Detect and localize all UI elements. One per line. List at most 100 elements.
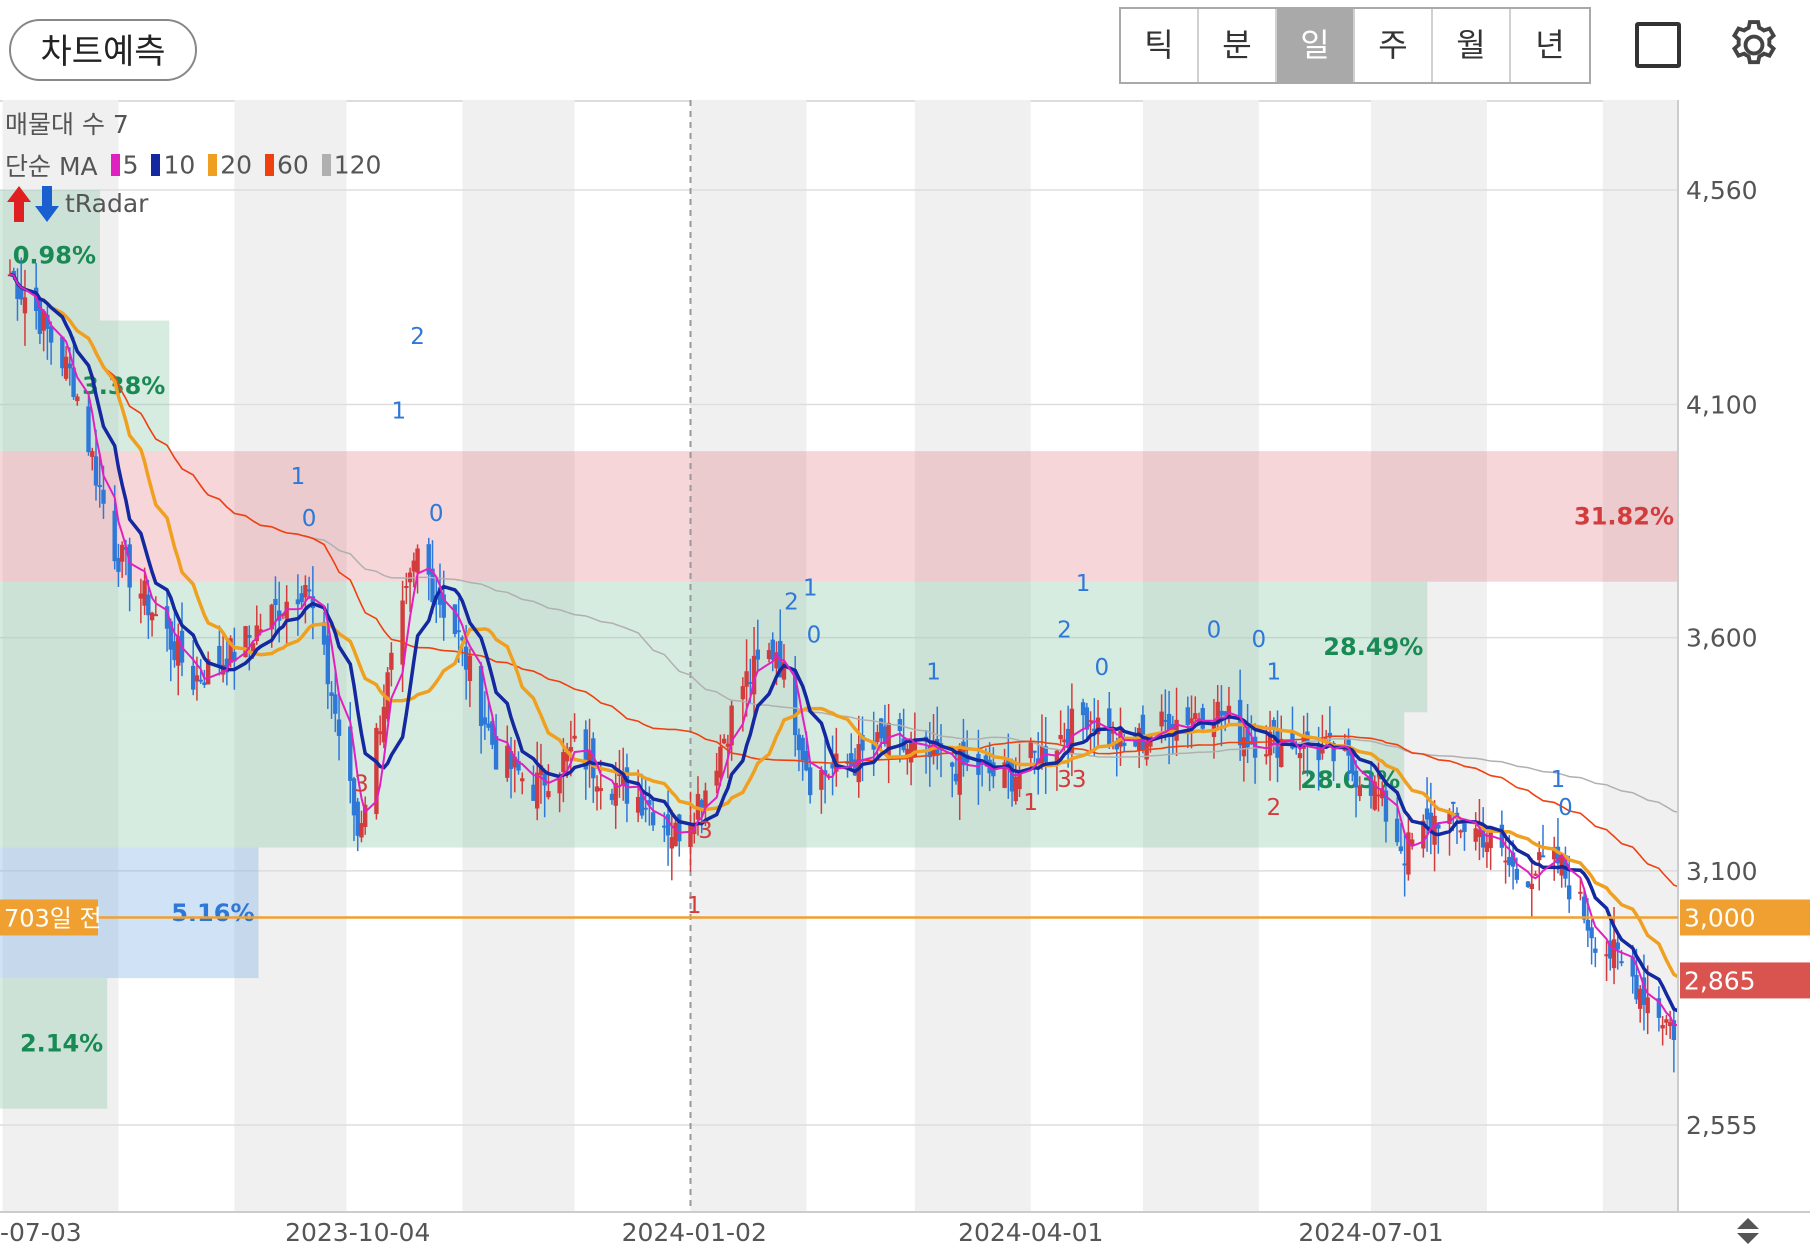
chart-area[interactable]: 31.82% 28.49% 28.03% 3.38% 0.98% 5.16% 2.14% 4,… xyxy=(0,100,1810,1244)
signal-annotation: 1 xyxy=(926,660,941,686)
signal-annotation: 2 xyxy=(1057,618,1072,644)
time-tick-label: -07-03 xyxy=(0,1218,82,1244)
signal-annotation: 1 xyxy=(1551,767,1566,793)
candle-body xyxy=(75,396,80,402)
current-price-label: 2,865 xyxy=(1684,966,1756,995)
reference-price-label: 3,000 xyxy=(1684,903,1756,932)
volume-zone-pct: 28.49% xyxy=(1323,633,1423,661)
candle-body xyxy=(1593,948,1598,953)
reference-line-label: 703일 전 xyxy=(4,904,102,932)
time-axis-panel xyxy=(0,1212,1810,1244)
candle-body xyxy=(520,778,525,782)
signal-annotation: 1 xyxy=(392,399,407,425)
price-tick-label: 3,100 xyxy=(1686,857,1758,886)
time-tick-label: 2023-10-04 xyxy=(285,1218,430,1244)
candle-body xyxy=(535,772,540,809)
tradar-label: tRadar xyxy=(65,189,149,218)
candle-body xyxy=(643,807,648,810)
candle-body xyxy=(1514,868,1520,880)
candle-body xyxy=(198,679,203,682)
top-toolbar: 차트예측 틱 분 일 주 월 년 xyxy=(0,0,1810,102)
candle-body xyxy=(1107,708,1112,745)
candle-body xyxy=(1058,735,1063,740)
signal-annotation: 1 xyxy=(1076,571,1091,597)
candle-body xyxy=(572,735,577,739)
signal-annotation: 1 xyxy=(1266,660,1281,686)
time-tick-label: 2024-01-02 xyxy=(622,1218,767,1244)
candle-body xyxy=(273,598,278,606)
candle-body xyxy=(247,635,252,638)
candle-body xyxy=(546,791,551,798)
signal-annotation: 0 xyxy=(807,622,822,648)
candle-body xyxy=(333,694,338,714)
candle-body xyxy=(1589,927,1594,939)
tab-day[interactable]: 일 xyxy=(1277,9,1355,82)
scale-drag-handle-icon[interactable] xyxy=(1733,1216,1763,1246)
candle-body xyxy=(101,489,106,504)
volume-zone-pct: 5.16% xyxy=(171,899,254,927)
tab-month[interactable]: 월 xyxy=(1433,9,1511,82)
price-tick-label: 3,600 xyxy=(1686,624,1758,653)
signal-annotation: 1 xyxy=(803,576,818,602)
arrow-down-icon xyxy=(35,186,59,222)
ma20-label: 20 xyxy=(220,150,253,180)
candle-body xyxy=(1028,742,1033,759)
volume-zone xyxy=(0,451,1678,582)
candle-body xyxy=(149,612,155,621)
price-tick-label: 4,100 xyxy=(1686,391,1758,420)
candle-body xyxy=(336,719,342,736)
signal-annotation: 1 xyxy=(291,464,306,490)
candle-body xyxy=(456,630,461,633)
month-band xyxy=(1602,100,1678,1212)
signal-annotation: 0 xyxy=(1558,795,1573,821)
candle-body xyxy=(112,510,117,562)
candle-body xyxy=(404,586,409,589)
candle-body xyxy=(650,812,656,826)
ma5-label: 5 xyxy=(122,150,139,180)
candle-body xyxy=(755,649,761,660)
candle-body xyxy=(1398,846,1404,852)
candle-body xyxy=(598,788,603,791)
ma20-swatch xyxy=(208,154,218,176)
candle-body xyxy=(1189,718,1194,724)
ma60-swatch xyxy=(264,154,274,176)
candle-body xyxy=(1540,855,1546,858)
candle-body xyxy=(1488,830,1493,849)
candle-body xyxy=(1394,818,1400,843)
volume-zone xyxy=(0,581,1428,713)
signal-annotation: 2 xyxy=(410,324,425,350)
signal-annotation: 33 xyxy=(1057,767,1086,793)
candle-body xyxy=(1122,742,1127,746)
candle-body xyxy=(86,406,91,453)
tab-tick[interactable]: 틱 xyxy=(1121,9,1199,82)
candle-body xyxy=(1159,711,1164,727)
tab-year[interactable]: 년 xyxy=(1511,9,1589,82)
ma60-label: 60 xyxy=(276,150,309,180)
ma10-swatch xyxy=(151,154,161,176)
signal-annotation: 2 xyxy=(784,590,799,616)
candle-body xyxy=(146,594,151,616)
candle-body xyxy=(1529,883,1534,890)
candle-body xyxy=(1271,720,1276,728)
candle-body xyxy=(493,735,499,770)
fullscreen-square-icon[interactable] xyxy=(1635,22,1681,68)
candle-body xyxy=(217,645,222,668)
chart-predict-button[interactable]: 차트예측 xyxy=(9,19,197,81)
time-tick-label: 2024-07-01 xyxy=(1298,1218,1443,1244)
tab-minute[interactable]: 분 xyxy=(1199,9,1277,82)
candle-body xyxy=(1451,801,1456,804)
price-chart[interactable]: 31.82%28.49%28.03%3.38%0.98%5.16%2.14%4,… xyxy=(0,100,1810,1244)
candle-body xyxy=(1660,1025,1665,1029)
signal-annotation: 1 xyxy=(1023,790,1038,816)
candle-body xyxy=(389,652,394,670)
candle-body xyxy=(415,548,420,573)
candle-body xyxy=(1432,815,1437,845)
signal-annotation: 0 xyxy=(1252,627,1267,653)
candle-body xyxy=(744,671,749,687)
candle-body xyxy=(1619,961,1624,964)
candle-body xyxy=(807,767,813,796)
candle-body xyxy=(22,297,28,314)
candle-body xyxy=(740,686,746,700)
tab-week[interactable]: 주 xyxy=(1355,9,1433,82)
gear-icon[interactable] xyxy=(1725,16,1783,74)
